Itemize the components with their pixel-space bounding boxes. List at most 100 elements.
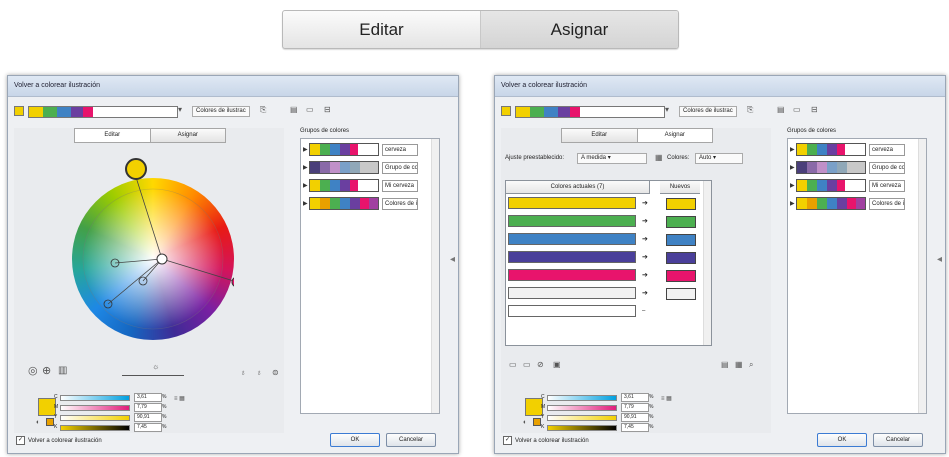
table-row[interactable]: ➔ <box>508 249 648 265</box>
random-saturation-icon[interactable]: ▦ <box>735 360 743 370</box>
color-groups-list: ▶ cerveza ▶ Grupo de co... ▶ Mi cerveza … <box>300 138 440 414</box>
cancel-button[interactable]: Cancelar <box>386 433 436 447</box>
table-row[interactable]: ➔ <box>508 213 648 229</box>
segmented-wheel-icon[interactable]: ⊕ <box>42 366 51 377</box>
color-mode-icon[interactable]: ≡ ▦ <box>174 394 185 404</box>
fill-stroke-icon[interactable]: ◐ <box>36 418 40 428</box>
link-harmony-icon[interactable]: ⊜ <box>272 368 279 378</box>
color-bars-icon[interactable]: ▥ <box>58 366 67 376</box>
colores-label: Colores: <box>667 155 690 161</box>
recolor-art-checkbox[interactable]: ✓ Volver a colorear ilustración <box>16 436 102 445</box>
toolbar: ▾ Colores de ilustrac ⎘ ▤ ▭ ⊟ <box>501 103 939 119</box>
table-row[interactable]: ➔ <box>508 195 648 211</box>
groups-label: Grupos de colores <box>300 128 350 134</box>
col-current-header[interactable]: Colores actuales (7) <box>506 181 650 194</box>
exclude-colors-icon[interactable]: ⊘ <box>537 360 544 370</box>
list-item[interactable]: ▶ Mi cerveza <box>303 179 418 192</box>
col-new-header[interactable]: Nuevos <box>660 181 700 194</box>
ok-button[interactable]: OK <box>330 433 380 447</box>
smooth-wheel-icon[interactable]: ◎ <box>28 366 38 377</box>
new-color-swatch[interactable] <box>666 288 696 300</box>
folder-icon[interactable]: ▭ <box>306 105 314 115</box>
scrollbar[interactable] <box>703 181 711 345</box>
fill-stroke-icon[interactable]: ◐ <box>523 418 527 428</box>
list-item[interactable]: ▶ cerveza <box>303 143 418 156</box>
tab-editar[interactable]: Editar <box>283 11 480 48</box>
inner-tab-asignar[interactable]: Asignar <box>636 129 712 142</box>
color-groups-list: ▶ cerveza ▶ Grupo de co... ▶ Mi cerveza … <box>787 138 927 414</box>
table-row[interactable]: ➔ <box>508 231 648 247</box>
color-mode-icon[interactable]: ≡ ▦ <box>661 394 672 404</box>
new-color-swatch[interactable] <box>666 252 696 264</box>
color-strip[interactable] <box>515 106 665 118</box>
inner-tabs: Editar Asignar <box>561 128 713 143</box>
color-reduction-icon[interactable]: ▦ <box>655 153 663 163</box>
dialog-title: Volver a colorear ilustración <box>8 76 458 97</box>
recolor-dialog-edit: Volver a colorear ilustración ▾ Colores … <box>7 75 459 454</box>
assign-panel: Editar Asignar Ajuste preestablecido: A … <box>501 128 771 433</box>
list-item[interactable]: ▶ cerveza <box>790 143 905 156</box>
dialog-title: Volver a colorear ilustración <box>495 76 945 97</box>
inner-tab-editar[interactable]: Editar <box>75 129 150 142</box>
collapse-arrow-icon[interactable]: ◂ <box>937 254 942 265</box>
list-item[interactable]: ▶ Mi cerveza <box>790 179 905 192</box>
scrollbar[interactable] <box>918 139 926 413</box>
base-color-handle[interactable] <box>125 158 147 180</box>
toolbar: ▾ Colores de ilustrac ⎘ ▤ ▭ ⊟ <box>14 103 452 119</box>
table-row[interactable]: – <box>508 303 648 319</box>
out-of-gamut-icon[interactable] <box>533 418 541 426</box>
color-wheel[interactable] <box>72 178 234 340</box>
save-group-icon[interactable]: ⎘ <box>260 105 266 115</box>
colores-dropdown[interactable]: Auto ▾ <box>695 153 743 164</box>
folder-icon[interactable]: ▭ <box>793 105 801 115</box>
add-color-icon[interactable]: ♁ <box>240 368 246 378</box>
inner-tab-editar[interactable]: Editar <box>562 129 637 142</box>
new-group-icon[interactable]: ▤ <box>777 105 785 115</box>
preset-label: Ajuste preestablecido: <box>505 155 565 161</box>
cancel-button[interactable]: Cancelar <box>873 433 923 447</box>
table-row[interactable]: ➔ <box>508 285 648 301</box>
edit-panel: Editar Asignar ◎ ⊕ ▥ ☼ ♁ ♁ ⊜ ◐ C 3,61 % … <box>14 128 284 433</box>
groups-label: Grupos de colores <box>787 128 837 134</box>
color-assignment-table: Colores actuales (7) Nuevos ➔ ➔ ➔ ➔ ➔ ➔ … <box>505 180 712 346</box>
separate-colors-icon[interactable]: ▭ <box>523 360 531 370</box>
brightness-icon: ☼ <box>152 362 160 371</box>
find-icon[interactable]: ⌕ <box>749 360 753 370</box>
recolor-dialog-assign: Volver a colorear ilustración ▾ Colores … <box>494 75 946 454</box>
ok-button[interactable]: OK <box>817 433 867 447</box>
new-row-icon[interactable]: ▣ <box>553 360 561 370</box>
list-item[interactable]: ▶ Grupo de co... <box>303 161 418 174</box>
chevron-down-icon[interactable]: ▾ <box>665 105 669 115</box>
list-item[interactable]: ▶ Colores de il... <box>790 197 905 210</box>
preset-dropdown[interactable]: A medida ▾ <box>577 153 647 164</box>
chevron-down-icon[interactable]: ▾ <box>178 105 182 115</box>
trash-icon[interactable]: ⊟ <box>811 105 818 115</box>
tab-asignar[interactable]: Asignar <box>480 11 678 48</box>
trash-icon[interactable]: ⊟ <box>324 105 331 115</box>
colores-ilustracion-dropdown[interactable]: Colores de ilustrac <box>192 106 250 117</box>
table-row[interactable]: ➔ <box>508 267 648 283</box>
collapse-arrow-icon[interactable]: ◂ <box>450 254 455 265</box>
new-color-swatch[interactable] <box>666 198 696 210</box>
random-order-icon[interactable]: ▤ <box>721 360 729 370</box>
save-group-icon[interactable]: ⎘ <box>747 105 753 115</box>
new-group-icon[interactable]: ▤ <box>290 105 298 115</box>
new-color-swatch[interactable] <box>666 216 696 228</box>
colores-ilustracion-dropdown[interactable]: Colores de ilustrac <box>679 106 737 117</box>
current-color-icon[interactable] <box>14 106 24 116</box>
new-color-swatch[interactable] <box>666 270 696 282</box>
list-item[interactable]: ▶ Colores de il... <box>303 197 418 210</box>
merge-colors-icon[interactable]: ▭ <box>509 360 517 370</box>
color-strip[interactable] <box>28 106 178 118</box>
new-color-swatch[interactable] <box>666 234 696 246</box>
brightness-slider[interactable] <box>122 375 184 376</box>
inner-tab-asignar[interactable]: Asignar <box>149 129 225 142</box>
mode-tabs: Editar Asignar <box>282 10 679 49</box>
out-of-gamut-icon[interactable] <box>46 418 54 426</box>
inner-tabs: Editar Asignar <box>74 128 226 143</box>
remove-color-icon[interactable]: ♁ <box>256 368 262 378</box>
current-color-icon[interactable] <box>501 106 511 116</box>
recolor-art-checkbox[interactable]: ✓ Volver a colorear ilustración <box>503 436 589 445</box>
scrollbar[interactable] <box>431 139 439 413</box>
list-item[interactable]: ▶ Grupo de co... <box>790 161 905 174</box>
